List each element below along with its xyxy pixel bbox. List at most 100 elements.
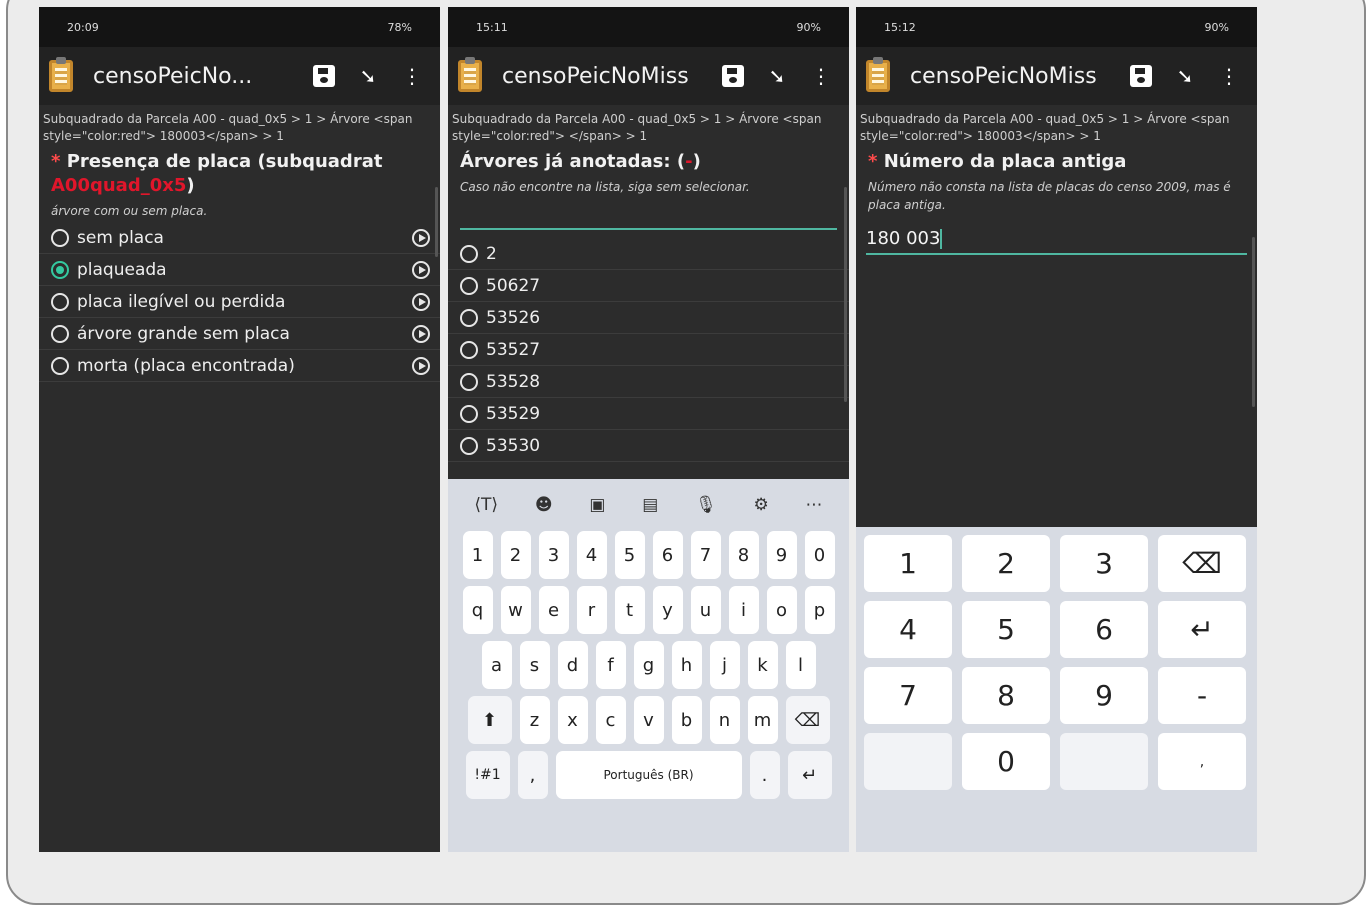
option-row[interactable]: 53529 <box>448 398 849 430</box>
numpad-key[interactable]: 0 <box>962 733 1050 790</box>
key-x[interactable]: x <box>557 696 588 744</box>
overflow-menu-button[interactable]: ⋮ <box>1211 58 1247 94</box>
numpad-key[interactable]: 2 <box>962 535 1050 592</box>
scrollbar[interactable] <box>435 187 438 257</box>
radio-button[interactable] <box>460 436 478 455</box>
blank-key[interactable] <box>864 733 952 790</box>
numpad-key[interactable]: - <box>1158 667 1246 724</box>
key-4[interactable]: 4 <box>576 531 607 579</box>
key-h[interactable]: h <box>671 641 702 689</box>
option-row[interactable]: placa ilegível ou perdida <box>39 286 440 318</box>
key-f[interactable]: f <box>595 641 626 689</box>
comma-key[interactable]: , <box>517 751 548 799</box>
radio-button[interactable] <box>51 356 69 375</box>
key-0[interactable]: 0 <box>804 531 835 579</box>
scrollbar[interactable] <box>844 187 847 402</box>
play-audio-icon[interactable] <box>412 324 430 343</box>
space-key[interactable]: Português (BR) <box>555 751 742 799</box>
key-j[interactable]: j <box>709 641 740 689</box>
key-7[interactable]: 7 <box>690 531 721 579</box>
jump-button[interactable]: ➘ <box>350 58 386 94</box>
play-audio-icon[interactable] <box>412 356 430 375</box>
key-m[interactable]: m <box>747 696 778 744</box>
option-row[interactable]: 53526 <box>448 302 849 334</box>
key-q[interactable]: q <box>462 586 493 634</box>
radio-button[interactable] <box>51 324 69 343</box>
option-row[interactable]: plaqueada <box>39 254 440 286</box>
search-input[interactable] <box>460 228 837 230</box>
key-5[interactable]: 5 <box>614 531 645 579</box>
key-3[interactable]: 3 <box>538 531 569 579</box>
key-u[interactable]: u <box>690 586 721 634</box>
key-k[interactable]: k <box>747 641 778 689</box>
key-9[interactable]: 9 <box>766 531 797 579</box>
key-v[interactable]: v <box>633 696 664 744</box>
option-row[interactable]: 53527 <box>448 334 849 366</box>
key-y[interactable]: y <box>652 586 683 634</box>
emoji-icon[interactable]: ☻ <box>535 495 553 515</box>
text-cursor-icon[interactable]: ⟨T⟩ <box>474 495 498 515</box>
key-2[interactable]: 2 <box>500 531 531 579</box>
numpad-key[interactable]: , <box>1158 733 1246 790</box>
key-z[interactable]: z <box>519 696 550 744</box>
jump-button[interactable]: ➘ <box>759 58 795 94</box>
numpad-key[interactable]: ↵ <box>1158 601 1246 658</box>
numpad-key[interactable]: 5 <box>962 601 1050 658</box>
numpad-key[interactable]: 9 <box>1060 667 1148 724</box>
key-6[interactable]: 6 <box>652 531 683 579</box>
play-audio-icon[interactable] <box>412 260 430 279</box>
scrollbar[interactable] <box>1252 237 1255 407</box>
numpad-key[interactable]: 3 <box>1060 535 1148 592</box>
numpad-key[interactable]: 4 <box>864 601 952 658</box>
period-key[interactable]: . <box>749 751 780 799</box>
numpad-key[interactable]: 1 <box>864 535 952 592</box>
microphone-icon[interactable]: 🎙 <box>695 495 717 515</box>
backspace-key[interactable]: ⌫ <box>785 696 830 744</box>
numpad-key[interactable]: ⌫ <box>1158 535 1246 592</box>
option-row[interactable]: árvore grande sem placa <box>39 318 440 350</box>
numpad-key[interactable]: 8 <box>962 667 1050 724</box>
more-icon[interactable]: ⋯ <box>806 495 823 515</box>
key-w[interactable]: w <box>500 586 531 634</box>
option-row[interactable]: 2 <box>448 238 849 270</box>
radio-button[interactable] <box>51 292 69 311</box>
key-o[interactable]: o <box>766 586 797 634</box>
key-n[interactable]: n <box>709 696 740 744</box>
overflow-menu-button[interactable]: ⋮ <box>394 58 430 94</box>
option-row[interactable]: 53528 <box>448 366 849 398</box>
radio-button[interactable] <box>460 244 478 263</box>
numpad-key[interactable]: 6 <box>1060 601 1148 658</box>
blank-key[interactable] <box>1060 733 1148 790</box>
key-s[interactable]: s <box>519 641 550 689</box>
key-8[interactable]: 8 <box>728 531 759 579</box>
overflow-menu-button[interactable]: ⋮ <box>803 58 839 94</box>
radio-button[interactable] <box>460 372 478 391</box>
option-row[interactable]: morta (placa encontrada) <box>39 350 440 382</box>
radio-button[interactable] <box>460 340 478 359</box>
numpad-key[interactable]: 7 <box>864 667 952 724</box>
option-row[interactable]: sem placa <box>39 222 440 254</box>
option-row[interactable]: 53530 <box>448 430 849 462</box>
key-a[interactable]: a <box>481 641 512 689</box>
key-1[interactable]: 1 <box>462 531 493 579</box>
radio-button[interactable] <box>460 404 478 423</box>
radio-button[interactable] <box>51 228 69 247</box>
radio-button[interactable] <box>460 308 478 327</box>
shift-key[interactable]: ⬆ <box>467 696 512 744</box>
play-audio-icon[interactable] <box>412 228 430 247</box>
save-button[interactable] <box>306 58 342 94</box>
key-d[interactable]: d <box>557 641 588 689</box>
key-p[interactable]: p <box>804 586 835 634</box>
key-l[interactable]: l <box>785 641 816 689</box>
enter-key[interactable]: ↵ <box>787 751 832 799</box>
key-e[interactable]: e <box>538 586 569 634</box>
key-t[interactable]: t <box>614 586 645 634</box>
radio-button[interactable] <box>460 276 478 295</box>
radio-button[interactable] <box>51 260 69 279</box>
play-audio-icon[interactable] <box>412 292 430 311</box>
key-c[interactable]: c <box>595 696 626 744</box>
plate-number-input[interactable]: 180 003 <box>866 224 1247 255</box>
key-i[interactable]: i <box>728 586 759 634</box>
symbols-key[interactable]: !#1 <box>465 751 510 799</box>
option-row[interactable]: 50627 <box>448 270 849 302</box>
